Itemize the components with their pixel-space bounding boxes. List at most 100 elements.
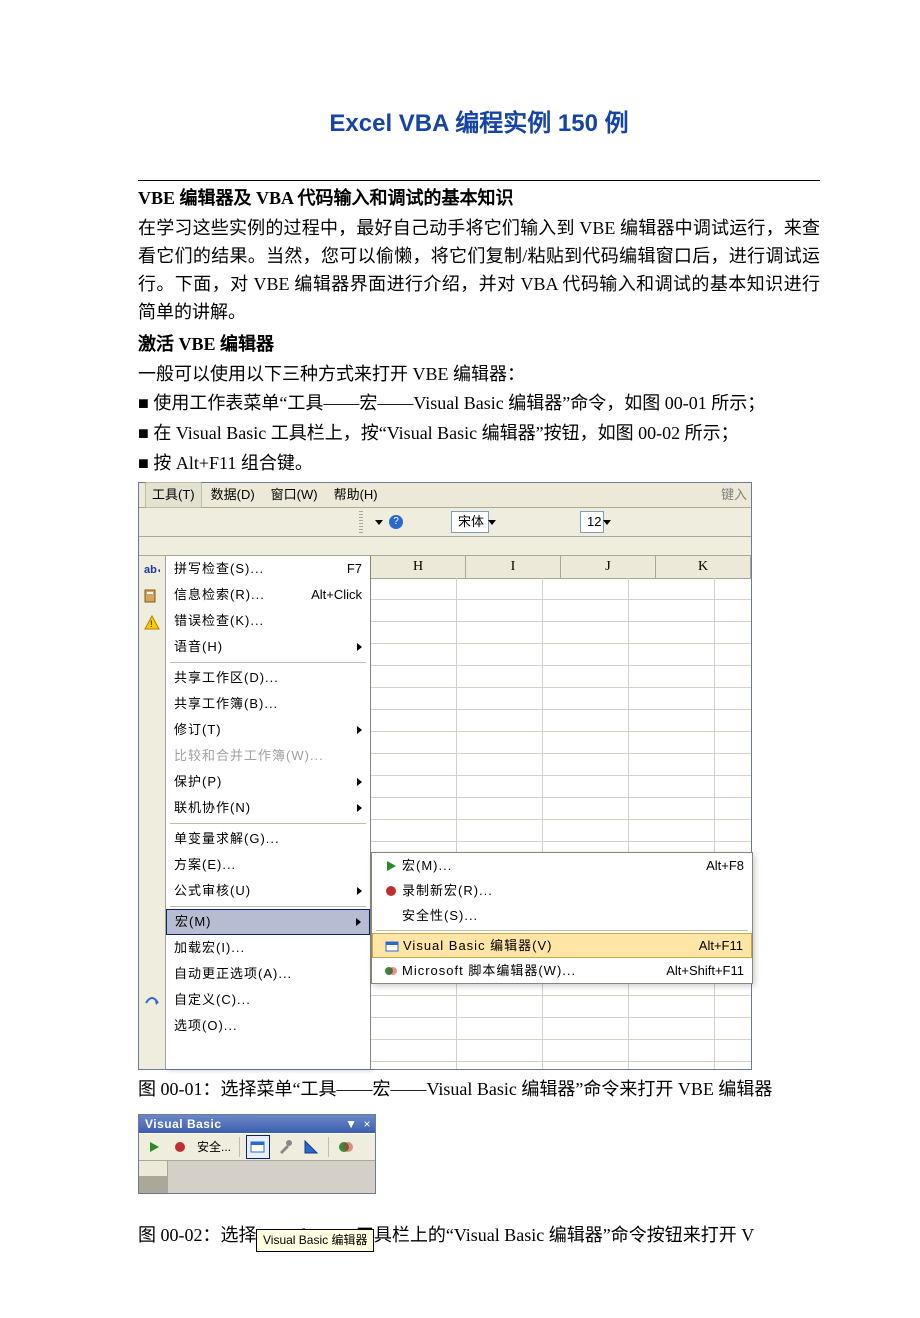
autocorrect-icon [144,993,160,1009]
close-icon[interactable]: × [363,1115,371,1134]
menu-item-research[interactable]: 信息检索(R)...Alt+Click [166,582,370,608]
excel-menu-bar: 工具(T) 数据(D) 窗口(W) 帮助(H) 键入 [139,483,751,508]
toolbar-divider [239,1137,240,1157]
submenu-item-macros[interactable]: 宏(M)... Alt+F8 [372,853,752,878]
menu-window[interactable]: 窗口(W) [264,482,325,508]
figure-00-01: 工具(T) 数据(D) 窗口(W) 帮助(H) 键入 ? 宋体 12 [138,482,752,1070]
script-editor-icon [384,964,398,978]
record-icon [385,885,397,897]
section-heading-vbe: VBE 编辑器及 VBA 代码输入和调试的基本知识 [138,185,820,213]
menu-icon-column: ab✓ ! [139,556,166,1069]
menu-item-addins[interactable]: 加载宏(I)... [166,935,370,961]
research-icon [144,588,160,604]
font-name-selector[interactable]: 宋体 [451,511,489,533]
chevron-right-icon [357,778,362,786]
font-size-selector[interactable]: 12 [580,511,604,533]
script-editor-button[interactable] [335,1136,357,1158]
section-heading-activate: 激活 VBE 编辑器 [138,331,820,359]
figure-00-02-caption: 图 00-02：选择 Visual Basic 工具栏上的“Visual Bas… [138,1222,820,1250]
chevron-right-icon [357,804,362,812]
menu-item-goal-seek[interactable]: 单变量求解(G)... [166,826,370,852]
figure-00-01-caption: 图 00-01：选择菜单“工具——宏——Visual Basic 编辑器”命令来… [138,1076,820,1104]
type-question-hint[interactable]: 键入 [721,485,751,505]
design-mode-button[interactable] [300,1136,322,1158]
menu-separator [170,906,366,907]
submenu-item-vbe[interactable]: Visual Basic 编辑器(V) Alt+F11 [372,933,752,958]
tools-dropdown-menu: 拼写检查(S)...F7 信息检索(R)...Alt+Click 错误检查(K)… [166,556,371,1069]
menu-item-formula-auditing[interactable]: 公式审核(U) [166,878,370,904]
submenu-item-security[interactable]: 安全性(S)... [372,903,752,928]
column-headers: H I J K [371,556,751,579]
play-icon [385,860,397,872]
chevron-right-icon [357,643,362,651]
menu-item-share-workbook[interactable]: 共享工作簿(B)... [166,691,370,717]
menu-item-compare-merge: 比较和合并工作簿(W)... [166,743,370,769]
toolbar-divider [328,1137,329,1157]
font-name-dropdown-icon[interactable] [488,520,496,525]
play-icon [148,1141,160,1153]
menu-item-options[interactable]: 选项(O)... [166,1013,370,1039]
submenu-separator [376,930,748,931]
vb-sheet-area [139,1161,375,1193]
run-macro-button[interactable] [143,1136,165,1158]
chevron-right-icon [357,887,362,895]
spreadsheet-area: H I J K 宏(M)... Alt+F8 录制新宏(R)... [371,556,751,1069]
menu-item-errorcheck[interactable]: 错误检查(K)... [166,608,370,634]
menu-help[interactable]: 帮助(H) [327,482,385,508]
toolbar-options-icon[interactable]: ▼ [345,1115,357,1134]
record-icon [174,1141,186,1153]
menu-data[interactable]: 数据(D) [204,482,262,508]
chevron-right-icon [356,918,361,926]
menu-item-shared-workspace[interactable]: 共享工作区(D)... [166,665,370,691]
record-macro-button[interactable] [169,1136,191,1158]
toolbar-dropdown-icon[interactable] [375,520,383,525]
menu-item-track-changes[interactable]: 修订(T) [166,717,370,743]
menu-separator [170,662,366,663]
page-title: Excel VBA 编程实例 150 例 [138,105,820,142]
menu-item-macro[interactable]: 宏(M) [166,909,370,935]
menu-item-autocorrect[interactable]: 自动更正选项(A)... [166,961,370,987]
security-button[interactable]: 安全... [195,1138,233,1157]
bullet-1: ■ 使用工作表菜单“工具——宏——Visual Basic 编辑器”命令，如图 … [138,390,820,418]
menu-item-scenarios[interactable]: 方案(E)... [166,852,370,878]
col-header-k[interactable]: K [656,556,751,578]
vbe-button[interactable] [246,1135,270,1159]
script-editor-icon [338,1139,354,1155]
vbe-icon [385,939,399,953]
control-toolbox-button[interactable] [274,1136,296,1158]
vb-toolbar-titlebar[interactable]: Visual Basic ▼ × [139,1115,375,1133]
vbe-icon [250,1139,266,1155]
menu-item-protection[interactable]: 保护(P) [166,769,370,795]
menu-item-online-collab[interactable]: 联机协作(N) [166,795,370,821]
menu-tools[interactable]: 工具(T) [145,482,202,508]
tools-icon [277,1139,293,1155]
help-icon[interactable]: ? [389,515,403,529]
figure-00-02: Visual Basic ▼ × 安全... Visual [138,1114,820,1194]
menu-item-spellcheck[interactable]: 拼写检查(S)...F7 [166,556,370,582]
errorcheck-icon: ! [144,615,160,631]
formula-bar-area [139,537,751,556]
vb-toolbar-title: Visual Basic [145,1115,222,1134]
bullet-2: ■ 在 Visual Basic 工具栏上，按“Visual Basic 编辑器… [138,420,820,448]
bullet-3: ■ 按 Alt+F11 组合键。 [138,450,820,478]
col-header-j[interactable]: J [561,556,656,578]
vbe-button-tooltip: Visual Basic 编辑器 [256,1229,374,1252]
menu-separator [170,823,366,824]
spreadsheet-grid[interactable] [371,578,751,1069]
row-headers [139,1161,168,1193]
toolbar-grip[interactable] [359,511,363,533]
menu-item-customize[interactable]: 自定义(C)... [166,987,370,1013]
menu-item-speech[interactable]: 语音(H) [166,634,370,660]
font-size-dropdown-icon[interactable] [603,520,611,525]
ways-intro: 一般可以使用以下三种方式来打开 VBE 编辑器： [138,361,820,389]
col-header-i[interactable]: I [466,556,561,578]
horizontal-rule [138,180,820,181]
excel-toolbar: ? 宋体 12 [139,508,751,537]
vb-toolbar: 安全... [139,1133,375,1161]
font-name-value: 宋体 [458,512,484,532]
spellcheck-icon: ab✓ [144,561,160,577]
font-size-value: 12 [587,512,601,532]
col-header-h[interactable]: H [371,556,466,578]
submenu-item-script-editor[interactable]: Microsoft 脚本编辑器(W)... Alt+Shift+F11 [372,958,752,983]
submenu-item-record[interactable]: 录制新宏(R)... [372,878,752,903]
